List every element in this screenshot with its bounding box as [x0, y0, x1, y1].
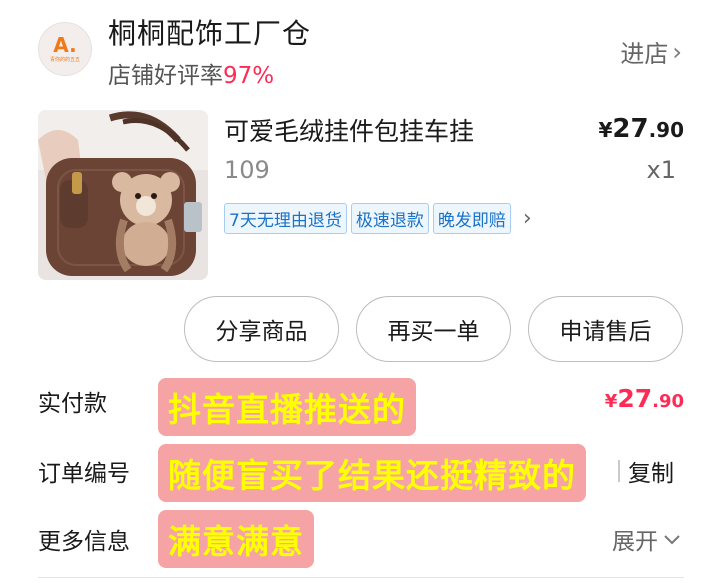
copy-label: 复制 [628, 461, 674, 487]
product-price-integer: 27 [612, 114, 649, 144]
review-sticker-3: 满意满意 [158, 510, 314, 568]
enter-store-label: 进店 [620, 40, 669, 68]
paid-amount: ¥27.90 [605, 384, 684, 413]
enter-store-button[interactable]: 进店 › [620, 34, 682, 69]
store-logo-mark: A. [53, 33, 77, 57]
store-logo[interactable]: A. 青你的的五五 [38, 22, 92, 76]
share-product-button[interactable]: 分享商品 [184, 296, 339, 362]
product-price: ¥27.90 [598, 114, 684, 144]
product-image[interactable] [38, 110, 208, 280]
store-rating: 店铺好评率97% [108, 56, 274, 90]
paid-amount-label: 实付款 [38, 391, 107, 417]
store-header: A. 青你的的五五 桐桐配饰工厂仓 店铺好评率97% 进店 › [0, 0, 720, 100]
store-rating-label: 店铺好评率 [108, 63, 223, 89]
service-tag-return: 7天无理由退货 [224, 203, 347, 234]
store-rating-value: 97% [223, 63, 275, 89]
service-tags[interactable]: 7天无理由退货 极速退款 晚发即赔 › [224, 203, 532, 234]
store-logo-subtext: 青你的的五五 [49, 57, 80, 63]
service-tag-late-ship: 晚发即赔 [432, 203, 511, 234]
paid-amount-decimal: .90 [652, 391, 684, 412]
expand-more-info-button[interactable]: 展开 [612, 522, 682, 556]
bottom-divider [38, 577, 684, 578]
chevron-right-icon: › [672, 37, 682, 66]
copy-divider [618, 460, 620, 482]
chevron-right-icon[interactable]: › [523, 206, 532, 231]
expand-label: 展开 [612, 529, 658, 555]
review-sticker-1: 抖音直播推送的 [158, 378, 416, 436]
chevron-down-icon [664, 535, 680, 545]
service-tag-refund: 极速退款 [350, 203, 429, 234]
rebuy-button[interactable]: 再买一单 [356, 296, 511, 362]
product-quantity: x1 [646, 156, 676, 184]
product-price-currency: ¥ [598, 118, 613, 142]
product-title[interactable]: 可爱毛绒挂件包挂车挂 [224, 112, 474, 148]
paid-amount-integer: 27 [617, 384, 653, 413]
product-photo-illustration [38, 110, 208, 280]
product-price-decimal: .90 [648, 118, 684, 142]
store-name[interactable]: 桐桐配饰工厂仓 [108, 12, 311, 52]
copy-order-number-button[interactable]: 复制 [618, 454, 674, 488]
paid-amount-currency: ¥ [604, 391, 618, 412]
order-number-label: 订单编号 [38, 461, 130, 487]
more-info-label: 更多信息 [38, 529, 130, 555]
product-sku: 109 [224, 156, 270, 184]
review-sticker-2: 随便盲买了结果还挺精致的 [158, 444, 586, 502]
after-sale-button[interactable]: 申请售后 [528, 296, 683, 362]
